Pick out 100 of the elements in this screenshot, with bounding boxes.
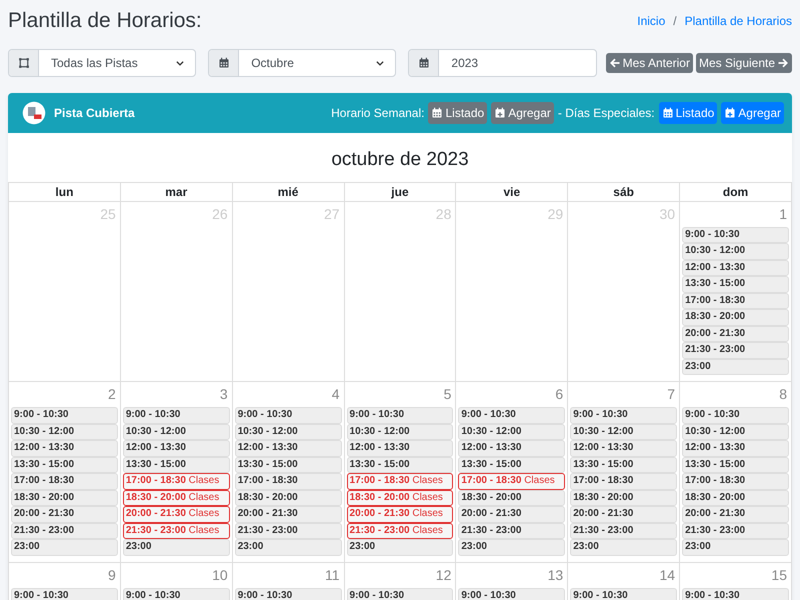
time-slot[interactable]: 12:00 - 13:30: [458, 440, 566, 457]
time-slot[interactable]: 23:00: [458, 539, 566, 556]
time-slot[interactable]: 13:30 - 15:00: [682, 456, 789, 474]
time-slot[interactable]: 9:00 - 10:30: [682, 407, 789, 424]
booked-slot[interactable]: 21:30 - 23:00 Clases: [122, 522, 230, 540]
calendar-title: octubre de 2023: [330, 148, 470, 172]
time-slot[interactable]: 23:00: [682, 358, 789, 376]
list-button[interactable]: Listado: [428, 102, 488, 124]
booked-slot[interactable]: 21:30 - 23:00 Clases: [346, 522, 454, 540]
dropdown-select[interactable]: Todas las Pistas: [8, 49, 196, 78]
time-slot[interactable]: 12:00 - 13:30: [682, 260, 789, 276]
time-slot[interactable]: 13:30 - 15:00: [458, 456, 566, 474]
section-label: Horario Semanal:: [331, 105, 424, 122]
time-slot[interactable]: 20:00 - 21:30: [682, 506, 789, 523]
time-slot[interactable]: 21:30 - 23:00: [234, 522, 342, 540]
booked-slot[interactable]: 20:00 - 21:30 Clases: [346, 506, 454, 523]
time-slot[interactable]: 13:30 - 15:00: [11, 456, 118, 474]
booked-slot[interactable]: 17:00 - 18:30 Clases: [346, 473, 454, 490]
time-slot[interactable]: 10:30 - 12:00: [458, 424, 566, 440]
booked-slot[interactable]: 20:00 - 21:30 Clases: [122, 506, 230, 523]
time-slot[interactable]: 9:00 - 10:30: [682, 588, 789, 600]
time-slot[interactable]: 9:00 - 10:30: [346, 588, 454, 600]
weekday-header: jue: [344, 182, 456, 202]
time-slot[interactable]: 18:30 - 20:00: [570, 490, 678, 506]
time-slot[interactable]: 9:00 - 10:30: [458, 407, 566, 424]
time-slot[interactable]: 10:30 - 12:00: [570, 424, 678, 440]
day-number: 12: [434, 566, 452, 585]
booked-slot[interactable]: 17:00 - 18:30 Clases: [122, 473, 230, 490]
time-slot[interactable]: 10:30 - 12:00: [682, 243, 789, 260]
add-button[interactable]: Agregar: [491, 102, 554, 124]
day-number: 8: [778, 385, 788, 404]
breadcrumb-link[interactable]: Inicio: [637, 12, 666, 30]
time-slot[interactable]: 18:30 - 20:00: [458, 490, 566, 506]
day-number: 15: [770, 566, 788, 585]
add-button[interactable]: Agregar: [721, 102, 784, 124]
time-slot[interactable]: 10:30 - 12:00: [234, 424, 342, 440]
time-slot[interactable]: 18:30 - 20:00: [11, 490, 118, 506]
time-slot[interactable]: 13:30 - 15:00: [346, 456, 454, 474]
time-slot[interactable]: 9:00 - 10:30: [11, 588, 118, 600]
time-slot[interactable]: 12:00 - 13:30: [346, 440, 454, 457]
time-slot[interactable]: 10:30 - 12:00: [682, 424, 789, 440]
time-slot[interactable]: 17:00 - 18:30: [11, 473, 118, 490]
time-slot[interactable]: 20:00 - 21:30: [11, 506, 118, 523]
time-slot[interactable]: 21:30 - 23:00: [458, 522, 566, 540]
time-slot[interactable]: 21:30 - 23:00: [11, 522, 118, 540]
time-slot[interactable]: 12:00 - 13:30: [122, 440, 230, 457]
time-slot[interactable]: 10:30 - 12:00: [122, 424, 230, 440]
time-slot[interactable]: 17:00 - 18:30: [570, 473, 678, 490]
booked-slot[interactable]: 18:30 - 20:00 Clases: [122, 490, 230, 506]
time-slot[interactable]: 17:00 - 18:30: [682, 292, 789, 310]
time-slot[interactable]: 12:00 - 13:30: [570, 440, 678, 457]
time-slot[interactable]: 9:00 - 10:30: [234, 407, 342, 424]
time-slot[interactable]: 17:00 - 18:30: [234, 473, 342, 490]
time-slot[interactable]: 9:00 - 10:30: [570, 588, 678, 600]
booked-slot[interactable]: 18:30 - 20:00 Clases: [346, 490, 454, 506]
time-slot[interactable]: 20:00 - 21:30: [234, 506, 342, 523]
time-slot[interactable]: 20:00 - 21:30: [682, 326, 789, 342]
time-slot[interactable]: 23:00: [570, 539, 678, 556]
time-slot[interactable]: 13:30 - 15:00: [122, 456, 230, 474]
time-slot[interactable]: 23:00: [682, 539, 789, 556]
booked-slot[interactable]: 17:00 - 18:30 Clases: [458, 473, 566, 490]
time-slot[interactable]: 13:30 - 15:00: [234, 456, 342, 474]
time-slot[interactable]: 12:00 - 13:30: [11, 440, 118, 457]
time-slot[interactable]: 13:30 - 15:00: [682, 276, 789, 293]
time-slot[interactable]: 9:00 - 10:30: [234, 588, 342, 600]
time-slot[interactable]: 17:00 - 18:30: [682, 473, 789, 490]
time-slot[interactable]: 18:30 - 20:00: [234, 490, 342, 506]
time-slot[interactable]: 18:30 - 20:00: [682, 309, 789, 326]
time-slot[interactable]: 21:30 - 23:00: [682, 342, 789, 359]
time-slot[interactable]: 9:00 - 10:30: [346, 407, 454, 424]
dropdown-select[interactable]: Octubre: [208, 49, 396, 78]
list-button[interactable]: Listado: [658, 102, 718, 124]
time-slot[interactable]: 9:00 - 10:30: [122, 407, 230, 424]
time-slot[interactable]: 23:00: [346, 539, 454, 556]
time-slot[interactable]: 9:00 - 10:30: [11, 407, 118, 424]
time-slot[interactable]: 9:00 - 10:30: [122, 588, 230, 600]
time-slot[interactable]: 10:30 - 12:00: [346, 424, 454, 440]
time-slot[interactable]: 13:30 - 15:00: [570, 456, 678, 474]
calendar-icon: [662, 107, 674, 120]
time-slot[interactable]: 18:30 - 20:00: [682, 490, 789, 506]
time-slot[interactable]: 23:00: [234, 539, 342, 556]
time-slot[interactable]: 12:00 - 13:30: [234, 440, 342, 457]
time-slot[interactable]: 9:00 - 10:30: [570, 407, 678, 424]
time-slot[interactable]: 21:30 - 23:00: [570, 522, 678, 540]
time-slot[interactable]: 10:30 - 12:00: [11, 424, 118, 440]
time-slot[interactable]: 9:00 - 10:30: [458, 588, 566, 600]
time-slot[interactable]: 23:00: [11, 539, 118, 556]
time-slot[interactable]: 21:30 - 23:00: [682, 522, 789, 540]
day-number: 3: [218, 385, 229, 404]
previous-month-button[interactable]: Mes Anterior: [606, 53, 693, 74]
year-field[interactable]: 2023: [408, 49, 597, 78]
section-label: - Días Especiales:: [558, 105, 655, 122]
breadcrumb-link[interactable]: Plantilla de Horarios: [684, 12, 792, 30]
time-slot[interactable]: 20:00 - 21:30: [458, 506, 566, 523]
time-slot[interactable]: 23:00: [122, 539, 230, 556]
next-month-button[interactable]: Mes Siguiente: [696, 53, 792, 74]
time-slot[interactable]: 12:00 - 13:30: [682, 440, 789, 457]
calendar-plus-icon: [724, 107, 736, 120]
time-slot[interactable]: 20:00 - 21:30: [570, 506, 678, 523]
time-slot[interactable]: 9:00 - 10:30: [682, 226, 789, 244]
